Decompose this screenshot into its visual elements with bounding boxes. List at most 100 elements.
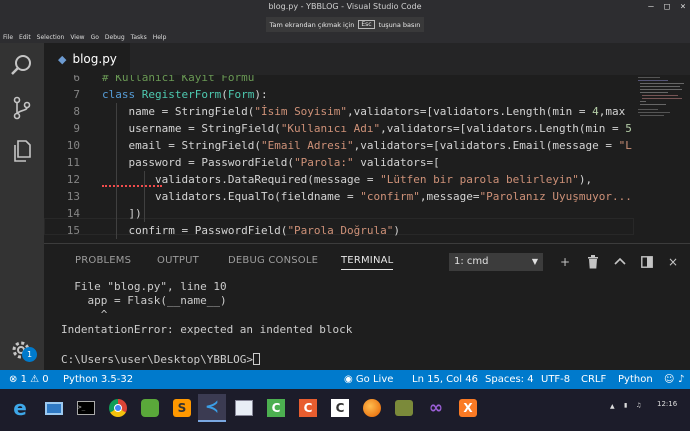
esc-key-hint: Esc (358, 20, 375, 29)
line-number: 9 (73, 122, 80, 135)
system-tray: ▲ ▮ ♫ 12:16 (610, 389, 690, 431)
cmd-icon[interactable]: >_ (72, 394, 100, 422)
panel-tabs: PROBLEMS OUTPUT DEBUG CONSOLE TERMINAL 1… (44, 244, 690, 278)
line-number: 15 (66, 224, 80, 237)
menu-debug[interactable]: Debug (105, 33, 125, 43)
menu-help[interactable]: Help (153, 33, 167, 43)
this-pc-icon[interactable] (40, 394, 68, 422)
error-count: 1 (20, 374, 27, 385)
go-live-button[interactable]: ◉ Go Live (344, 370, 393, 389)
code-text: class RegisterForm(Form): (102, 88, 268, 101)
code-text: # Kullanıcı Kayıt Formu (102, 75, 255, 84)
close-icon[interactable]: × (677, 2, 689, 12)
code-line[interactable]: 14 ]) (44, 205, 690, 222)
vscode-icon[interactable]: ≺ (198, 394, 226, 422)
line-ending[interactable]: CRLF (581, 370, 606, 389)
codeblocks-icon[interactable]: C (326, 394, 354, 422)
cursor-position[interactable]: Ln 15, Col 46 (412, 370, 478, 389)
menu-tasks[interactable]: Tasks (131, 33, 147, 43)
split-layout-icon[interactable] (639, 254, 655, 270)
menu-view[interactable]: View (70, 33, 84, 43)
maximize-icon[interactable]: □ (661, 2, 673, 12)
settings-badge: 1 (22, 347, 37, 362)
code-text: confirm = PasswordField("Parola Doğrula"… (102, 224, 401, 237)
menu-file[interactable]: File (3, 33, 13, 43)
terminal-select[interactable]: 1: cmd ▼ (449, 253, 543, 271)
code-line[interactable]: 10 email = StringField("Email Adresi",va… (44, 137, 690, 154)
menu-edit[interactable]: Edit (19, 33, 31, 43)
code-line[interactable]: 6 # Kullanıcı Kayıt Formu (44, 75, 690, 86)
warning-count: 0 (42, 374, 49, 385)
internet-explorer-icon[interactable]: e (6, 394, 34, 422)
new-terminal-icon[interactable]: + (557, 254, 573, 270)
terminal-cursor (253, 353, 261, 365)
chrome-icon[interactable] (104, 394, 132, 422)
tab-output[interactable]: OUTPUT (157, 255, 199, 266)
bell-icon[interactable]: ♪ (678, 370, 684, 389)
error-icon: ⊗ (9, 374, 18, 385)
xampp-icon[interactable]: X (454, 394, 482, 422)
code-line[interactable]: 11 password = PasswordField("Parola:" va… (44, 154, 690, 171)
encoding[interactable]: UTF-8 (541, 370, 570, 389)
code-line[interactable]: 13 validators.EqualTo(fieldname = "confi… (44, 188, 690, 205)
code-line[interactable]: 15 confirm = PasswordField("Parola Doğru… (44, 222, 690, 239)
code-text: validators.DataRequired(message = "Lütfe… (102, 173, 593, 186)
paint-icon[interactable] (230, 394, 258, 422)
minimize-icon[interactable]: – (645, 2, 657, 12)
line-number: 10 (66, 139, 80, 152)
smiley-icon[interactable]: ☺ (664, 370, 674, 389)
tab-debug-console[interactable]: DEBUG CONSOLE (228, 255, 318, 266)
terminal-panel: PROBLEMS OUTPUT DEBUG CONSOLE TERMINAL 1… (44, 243, 690, 370)
visual-studio-icon[interactable]: ∞ (422, 394, 450, 422)
game-icon[interactable] (390, 394, 418, 422)
indent-guide (144, 171, 145, 222)
indentation[interactable]: Spaces: 4 (485, 370, 534, 389)
line-number: 8 (73, 105, 80, 118)
status-bar: ⊗ 1 ⚠ 0 Python 3.5-32 ◉ Go Live Ln 15, C… (0, 370, 690, 389)
trash-icon[interactable] (585, 254, 601, 270)
camtasia-green-icon[interactable]: C (262, 394, 290, 422)
language-mode[interactable]: Python (618, 370, 653, 389)
tab-problems[interactable]: PROBLEMS (75, 255, 131, 266)
code-text: email = StringField("Email Adresi",valid… (102, 139, 632, 152)
code-line[interactable]: 9 username = StringField("Kullanıcı Adı"… (44, 120, 690, 137)
sublime-text-icon[interactable]: S (168, 394, 196, 422)
line-number: 7 (73, 88, 80, 101)
terminal-prompt-line[interactable]: C:\Users\user\Desktop\YBBLOG> (61, 352, 261, 367)
source-control-icon[interactable] (10, 96, 34, 120)
problems-indicator[interactable]: ⊗ 1 ⚠ 0 (9, 370, 49, 389)
menu-go[interactable]: Go (91, 33, 99, 43)
python-file-icon: ◆ (58, 52, 67, 66)
firefox-icon[interactable] (358, 394, 386, 422)
code-text: password = PasswordField("Parola:" valid… (102, 156, 440, 169)
network-icon[interactable]: ▮ (624, 402, 627, 409)
volume-icon[interactable]: ♫ (636, 402, 641, 409)
tab-terminal[interactable]: TERMINAL (341, 255, 394, 270)
terminal-prompt: C:\Users\user\Desktop\YBBLOG> (61, 353, 254, 366)
python-interpreter[interactable]: Python 3.5-32 (63, 370, 133, 389)
clock-time[interactable]: 12:16 (657, 400, 677, 408)
chevron-down-icon: ▼ (531, 257, 538, 266)
tab-label: blog.py (72, 52, 117, 66)
code-text: validators.EqualTo(fieldname = "confirm"… (102, 190, 632, 203)
line-number: 11 (66, 156, 80, 169)
menu-selection[interactable]: Selection (37, 33, 65, 43)
broadcast-icon: ◉ (344, 374, 353, 385)
scratch-icon[interactable]: C (294, 394, 322, 422)
terminal-select-value: 1: cmd (454, 256, 489, 267)
window-title: blog.py - YBBLOG - Visual Studio Code (268, 2, 422, 11)
error-squiggle (102, 185, 162, 187)
camtasia-icon[interactable] (136, 394, 164, 422)
chevron-up-icon[interactable] (612, 254, 628, 270)
close-panel-icon[interactable]: × (665, 254, 681, 270)
explorer-icon[interactable] (10, 139, 34, 163)
terminal-line: File "blog.py", line 10 (61, 280, 227, 293)
code-line[interactable]: 8 name = StringField("İsim Soyisim",vali… (44, 103, 690, 120)
tray-arrow-icon[interactable]: ▲ (610, 403, 615, 410)
code-line[interactable]: 7 class RegisterForm(Form): (44, 86, 690, 103)
tab-bar: ◆ blog.py (44, 43, 690, 75)
search-icon[interactable] (10, 53, 34, 77)
tab-blog-py[interactable]: ◆ blog.py (44, 43, 130, 75)
line-number: 13 (66, 190, 80, 203)
code-editor[interactable]: 6 # Kullanıcı Kayıt Formu 7 class RegisterF… (44, 75, 690, 243)
